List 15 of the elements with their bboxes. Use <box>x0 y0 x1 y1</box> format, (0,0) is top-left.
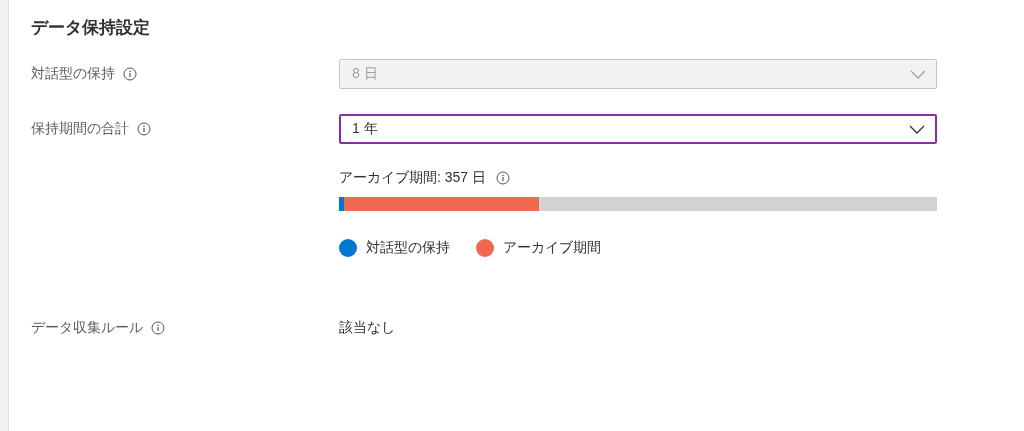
dropdown[interactable]: 1 年 <box>339 114 937 144</box>
info-icon[interactable] <box>151 321 165 335</box>
chevron-down-icon <box>909 124 925 134</box>
chevron-down-icon <box>910 69 926 79</box>
field-label: 対話型の保持 <box>31 65 115 83</box>
field-label: データ収集ルール <box>31 319 143 337</box>
info-icon[interactable] <box>496 171 511 185</box>
field-label: 保持期間の合計 <box>31 120 129 138</box>
archive-period-label: アーカイブ期間: 357 日 <box>339 169 487 187</box>
field-value: 該当なし <box>339 319 395 337</box>
legend-label: 対話型の保持 <box>366 239 450 257</box>
info-icon[interactable] <box>137 122 151 136</box>
info-icon[interactable] <box>123 67 137 81</box>
section-title: データ保持設定 <box>31 17 151 39</box>
legend-label: アーカイブ期間 <box>503 239 601 257</box>
